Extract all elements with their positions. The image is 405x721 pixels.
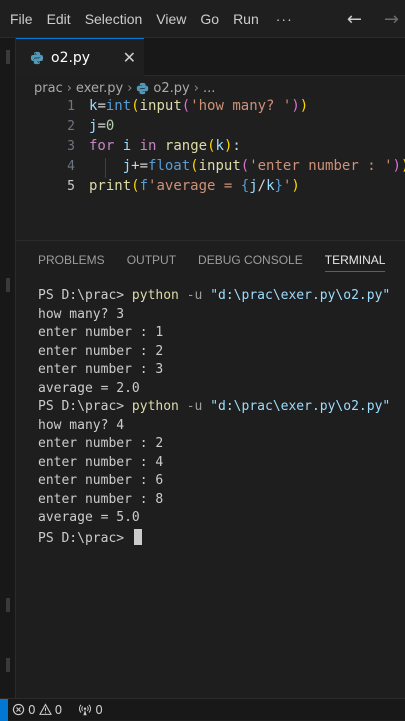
line-number: 2 <box>67 119 75 134</box>
search-icon[interactable] <box>6 278 10 292</box>
tab-o2-py[interactable]: o2.py ✕ <box>16 38 144 76</box>
terminal-command: python <box>131 399 179 414</box>
terminal-output-line: enter number : 4 <box>38 454 164 470</box>
menu-run[interactable]: Run <box>226 11 266 27</box>
terminal-output-line: enter number : 3 <box>38 362 164 377</box>
terminal-output-line: average = 2.0 <box>38 380 140 396</box>
breadcrumb: prac › exer.py › o2.py › ... <box>34 78 215 98</box>
code-text: j=0 <box>89 118 115 134</box>
terminal-path: "d:\prac\exer.py\o2.py" <box>210 288 391 303</box>
tab-terminal[interactable]: TERMINAL <box>324 242 385 278</box>
python-file-icon <box>137 82 149 94</box>
broadcast-icon <box>79 704 92 716</box>
menu-bar: File Edit Selection View Go Run ··· ← → <box>0 0 405 38</box>
code-text: print(f'average = {j/k}') <box>89 178 300 194</box>
line-number: 1 <box>67 99 75 114</box>
accounts-icon[interactable] <box>6 598 10 612</box>
code-line: 1 k=int(input('how many? ')) <box>16 98 405 118</box>
terminal-output-line: how many? 4 <box>38 417 125 433</box>
terminal[interactable]: PS D:\prac> python -u "d:\prac\exer.py\o… <box>16 284 405 684</box>
python-file-icon <box>30 51 44 64</box>
menu-view[interactable]: View <box>149 11 193 27</box>
line-number: 4 <box>67 159 75 174</box>
chevron-right-icon: › <box>66 80 72 96</box>
more-menu-icon[interactable]: ··· <box>266 11 303 27</box>
tab-debug-console[interactable]: DEBUG CONSOLE <box>198 242 303 278</box>
breadcrumb-o2[interactable]: o2.py <box>153 81 189 96</box>
menu-selection[interactable]: Selection <box>78 11 150 27</box>
back-arrow-icon[interactable]: ← <box>347 9 362 30</box>
warning-icon <box>38 703 52 715</box>
tab-output[interactable]: OUTPUT <box>127 242 176 278</box>
panel-divider <box>16 240 405 241</box>
terminal-output-line: enter number : 6 <box>38 473 164 488</box>
code-text: j+=float(input('enter number : ')) <box>122 158 405 174</box>
explorer-icon[interactable] <box>6 50 10 64</box>
error-count: 0 <box>28 702 36 717</box>
terminal-prompt: PS D:\prac> <box>38 399 132 414</box>
editor-tab-bar: o2.py ✕ <box>16 38 405 76</box>
code-text: k=int(input('how many? ')) <box>89 98 309 114</box>
terminal-flag: -u <box>178 288 211 303</box>
panel-tab-bar: PROBLEMS OUTPUT DEBUG CONSOLE TERMINAL P… <box>16 242 405 278</box>
problems-status[interactable]: 0 0 <box>12 703 62 717</box>
terminal-output-line: enter number : 1 <box>38 325 164 340</box>
manage-gear-icon[interactable] <box>6 658 10 672</box>
ports-status[interactable]: 0 <box>78 703 103 717</box>
code-text: for i in range(k): <box>89 138 241 154</box>
code-editor[interactable]: 1 k=int(input('how many? ')) 2 j=0 3 for… <box>16 98 405 240</box>
terminal-output-line: enter number : 8 <box>38 491 164 507</box>
terminal-command-line: PS D:\prac> python -u "d:\prac\exer.py\o… <box>38 288 390 306</box>
status-bar: 0 0 0 <box>0 698 405 721</box>
tab-label: o2.py <box>51 49 91 66</box>
terminal-flag: -u <box>178 399 211 414</box>
chevron-right-icon: › <box>127 80 133 96</box>
breadcrumb-prac[interactable]: prac <box>34 81 63 96</box>
code-line: 5 print(f'average = {j/k}') <box>16 178 405 198</box>
terminal-prompt: PS D:\prac> <box>38 288 132 303</box>
close-icon[interactable]: ✕ <box>123 48 136 67</box>
chevron-right-icon: › <box>193 80 199 96</box>
error-icon <box>12 703 25 716</box>
terminal-prompt: PS D:\prac> <box>38 530 132 546</box>
terminal-output-line: enter number : 2 <box>38 436 164 451</box>
breadcrumb-more[interactable]: ... <box>203 81 215 96</box>
forward-arrow-icon[interactable]: → <box>384 9 399 30</box>
terminal-path: "d:\prac\exer.py\o2.py" <box>210 399 391 414</box>
tab-problems[interactable]: PROBLEMS <box>38 242 105 278</box>
code-line: 3 for i in range(k): <box>16 138 405 158</box>
ports-count: 0 <box>95 702 103 717</box>
terminal-command: python <box>131 288 179 303</box>
remote-indicator[interactable] <box>0 698 8 721</box>
navigation-arrows: ← → <box>347 0 399 38</box>
code-line: 2 j=0 <box>16 118 405 138</box>
menu-file[interactable]: File <box>0 11 40 27</box>
line-number: 5 <box>67 179 75 194</box>
terminal-cursor <box>133 528 142 545</box>
terminal-output-line: how many? 3 <box>38 306 125 322</box>
terminal-output-line: average = 5.0 <box>38 510 140 525</box>
terminal-command-line: PS D:\prac> python -u "d:\prac\exer.py\o… <box>38 399 390 417</box>
line-number: 3 <box>67 139 75 154</box>
terminal-final-prompt-line: PS D:\prac> <box>38 528 142 547</box>
breadcrumb-exer[interactable]: exer.py <box>76 81 123 96</box>
terminal-output-line: enter number : 2 <box>38 343 164 359</box>
code-line: 4 j+=float(input('enter number : ')) <box>16 158 405 178</box>
menu-go[interactable]: Go <box>193 11 226 27</box>
activity-bar <box>0 38 16 698</box>
menu-edit[interactable]: Edit <box>40 11 78 27</box>
warning-count: 0 <box>54 702 63 717</box>
